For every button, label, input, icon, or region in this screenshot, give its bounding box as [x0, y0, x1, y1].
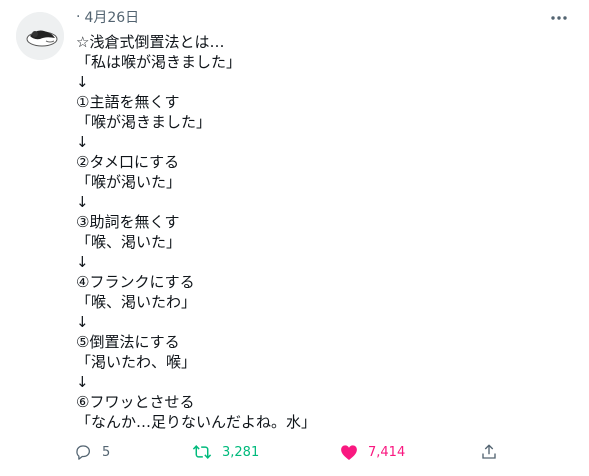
- tweet-line: 「なんか…足りないんだよね。水」: [76, 413, 317, 431]
- reply-button[interactable]: 5: [74, 440, 110, 464]
- retweet-icon: [192, 445, 212, 459]
- tweet-line: ④フランクにする: [76, 273, 195, 291]
- tweet-date[interactable]: 4月26日: [84, 7, 139, 27]
- tweet-line: ↓: [76, 253, 89, 271]
- tweet-line: ↓: [76, 193, 89, 211]
- like-button[interactable]: 7,414: [340, 440, 405, 464]
- tweet-line: ③助詞を無くす: [76, 213, 180, 231]
- heart-filled-icon: [341, 444, 357, 460]
- tweet-line: ↓: [76, 373, 89, 391]
- reply-icon: [76, 445, 90, 460]
- date-separator: ·: [76, 9, 81, 25]
- share-icon: [482, 444, 496, 459]
- tweet-line: ↓: [76, 133, 89, 151]
- avatar[interactable]: [16, 12, 64, 60]
- tweet: · 4月26日 ☆浅倉式倒置法とは… 「私は喉が渇きました」 ↓ ①主語を無くす…: [0, 0, 589, 476]
- tweet-line: ↓: [76, 73, 89, 91]
- tweet-line: 「喉、渇いたわ」: [76, 293, 197, 311]
- tweet-line: 「渇いたわ、喉」: [76, 353, 197, 371]
- like-count: 7,414: [368, 444, 406, 460]
- tweet-header: · 4月26日: [76, 4, 139, 30]
- reply-count: 5: [102, 444, 111, 460]
- tweet-line: ⑥フワッとさせる: [76, 393, 195, 411]
- retweet-button[interactable]: 3,281: [192, 440, 259, 464]
- tweet-line: 「喉、渇いた」: [76, 233, 182, 251]
- tweet-line: ①主語を無くす: [76, 93, 180, 111]
- tweet-line: ↓: [76, 313, 89, 331]
- retweet-count: 3,281: [222, 444, 260, 460]
- tweet-line: ②タメ口にする: [76, 153, 180, 171]
- more-dots-icon: [551, 16, 567, 20]
- tweet-actions: 5 3,281 7,414: [74, 440, 514, 464]
- tweet-line: 「喉が渇いた」: [76, 173, 182, 191]
- tweet-line: ☆浅倉式倒置法とは…: [76, 33, 225, 51]
- share-button[interactable]: [480, 440, 498, 464]
- avatar-image: [16, 12, 64, 60]
- tweet-line: 「喉が渇きました」: [76, 113, 212, 131]
- more-options-button[interactable]: [547, 6, 571, 30]
- tweet-line: ⑤倒置法にする: [76, 333, 180, 351]
- tweet-line: 「私は喉が渇きました」: [76, 53, 242, 71]
- tweet-text: ☆浅倉式倒置法とは… 「私は喉が渇きました」 ↓ ①主語を無くす 「喉が渇きまし…: [76, 32, 566, 432]
